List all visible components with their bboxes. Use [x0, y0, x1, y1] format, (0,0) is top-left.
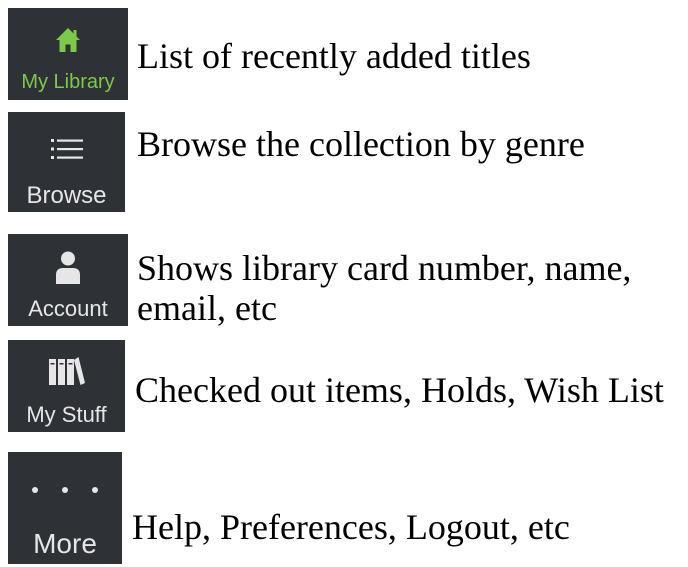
tab-description: Shows library card number, name, email, …: [137, 248, 631, 328]
tab-label: More: [33, 528, 97, 559]
books-icon: [48, 356, 85, 386]
tab-label: Browse: [26, 182, 107, 209]
home-icon: [53, 22, 83, 58]
description-line: Checked out items, Holds, Wish List: [135, 370, 664, 410]
tab-my-library[interactable]: My Library: [8, 8, 128, 100]
tab-my-stuff[interactable]: My Stuff: [8, 340, 125, 432]
tab-more[interactable]: More: [8, 452, 122, 564]
legend-row-browse: Browse Browse the collection by genre: [0, 112, 688, 212]
description-line: Browse the collection by genre: [137, 124, 585, 164]
description-line: Help, Preferences, Logout, etc: [132, 507, 570, 547]
description-line: Shows library card number, name,: [137, 248, 632, 288]
tab-browse[interactable]: Browse: [8, 112, 125, 212]
legend-row-my-stuff: My Stuff Checked out items, Holds, Wish …: [0, 340, 688, 432]
legend-row-my-library: My Library List of recently added titles: [0, 8, 688, 100]
tab-description: Checked out items, Holds, Wish List: [135, 370, 664, 410]
tab-label: My Stuff: [26, 402, 107, 427]
tab-description: List of recently added titles: [137, 36, 531, 76]
legend-row-more: More Help, Preferences, Logout, etc: [0, 452, 688, 564]
person-icon: [54, 248, 82, 286]
tab-label: Account: [28, 296, 108, 321]
description-line: email, etc: [137, 288, 277, 328]
tab-description: Help, Preferences, Logout, etc: [132, 507, 570, 547]
list-icon: [50, 136, 83, 162]
tab-description: Browse the collection by genre: [137, 124, 585, 164]
description-line: List of recently added titles: [137, 36, 531, 76]
tab-account[interactable]: Account: [8, 234, 128, 326]
ellipsis-icon: [30, 480, 100, 500]
tab-label: My Library: [21, 71, 115, 93]
legend-row-account: Account Shows library card number, name,…: [0, 234, 688, 328]
